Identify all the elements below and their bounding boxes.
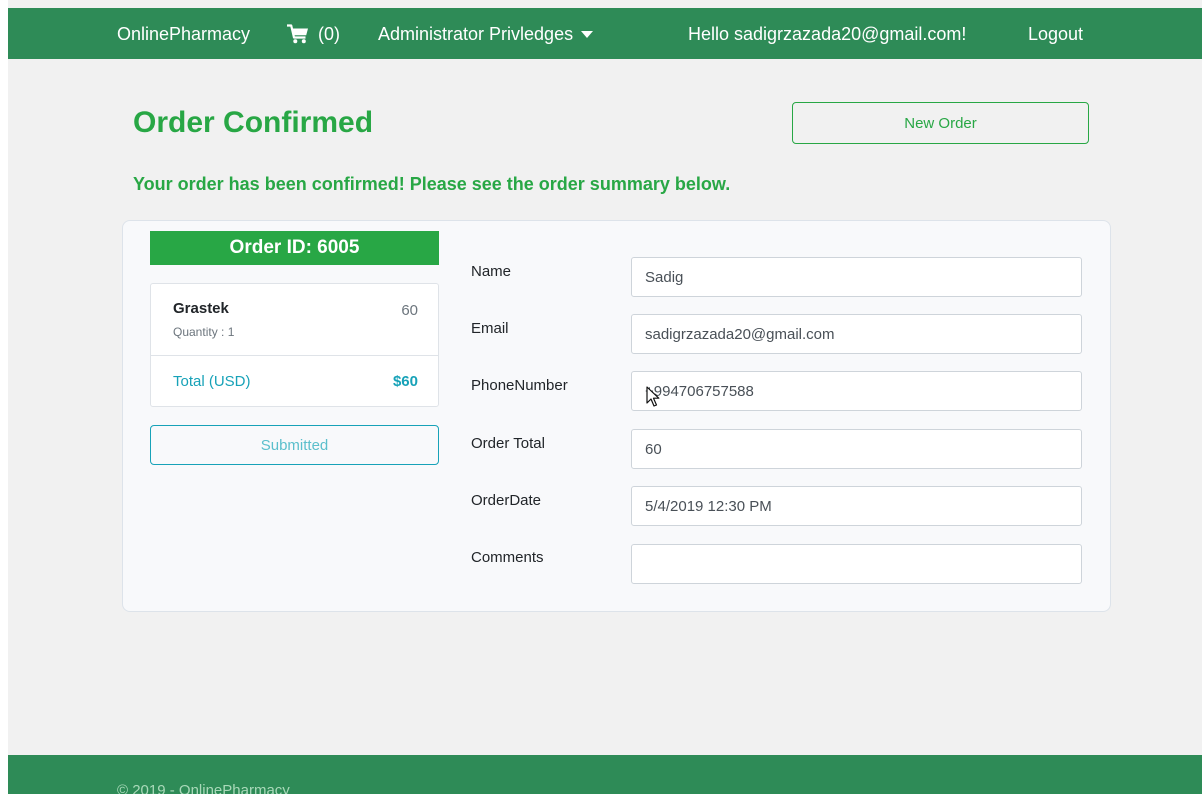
footer: © 2019 - OnlinePharmacy (8, 755, 1202, 794)
admin-dropdown[interactable]: Administrator Privledges (378, 23, 594, 45)
copyright-text: © 2019 - OnlinePharmacy (117, 782, 290, 794)
new-order-button[interactable]: New Order (792, 102, 1089, 144)
logout-link[interactable]: Logout (1028, 23, 1083, 45)
name-field[interactable] (631, 257, 1082, 297)
cart-link[interactable]: (0) (287, 23, 340, 45)
submitted-status-button[interactable]: Submitted (150, 425, 439, 465)
order-summary-card: Order ID: 6005 Grastek Quantity : 1 60 T… (122, 220, 1111, 612)
order-total-field[interactable] (631, 429, 1082, 469)
list-item: Grastek Quantity : 1 60 (151, 284, 438, 356)
product-price: 60 (401, 302, 418, 319)
cart-count: (0) (318, 24, 340, 44)
phone-label: PhoneNumber (471, 377, 568, 394)
shopping-cart-icon (287, 24, 308, 44)
order-total-label: Order Total (471, 435, 545, 452)
phone-field[interactable] (631, 371, 1082, 411)
caret-down-icon (581, 30, 594, 38)
order-id-header: Order ID: 6005 (150, 231, 439, 265)
confirmation-message: Your order has been confirmed! Please se… (133, 174, 731, 194)
product-quantity: Quantity : 1 (173, 325, 235, 339)
email-field[interactable] (631, 314, 1082, 354)
page: OnlinePharmacy (0) Administrator Privled… (8, 0, 1202, 794)
order-date-label: OrderDate (471, 492, 542, 509)
email-label: Email (471, 320, 509, 337)
top-navbar: OnlinePharmacy (0) Administrator Privled… (8, 8, 1202, 59)
brand-link[interactable]: OnlinePharmacy (117, 23, 250, 45)
user-greeting-link[interactable]: Hello sadigrzazada20@gmail.com! (688, 23, 966, 45)
comments-label: Comments (471, 549, 544, 566)
order-date-field[interactable] (631, 486, 1082, 526)
total-label: Total (USD) (173, 373, 251, 390)
product-name: Grastek (173, 300, 229, 317)
order-items-list: Grastek Quantity : 1 60 Total (USD) $60 (150, 283, 439, 407)
mouse-pointer-icon (646, 386, 660, 407)
comments-field[interactable] (631, 544, 1082, 584)
total-value: $60 (392, 373, 418, 390)
page-title: Order Confirmed (133, 106, 374, 139)
admin-dropdown-label: Administrator Privledges (378, 24, 574, 44)
name-label: Name (471, 263, 512, 280)
